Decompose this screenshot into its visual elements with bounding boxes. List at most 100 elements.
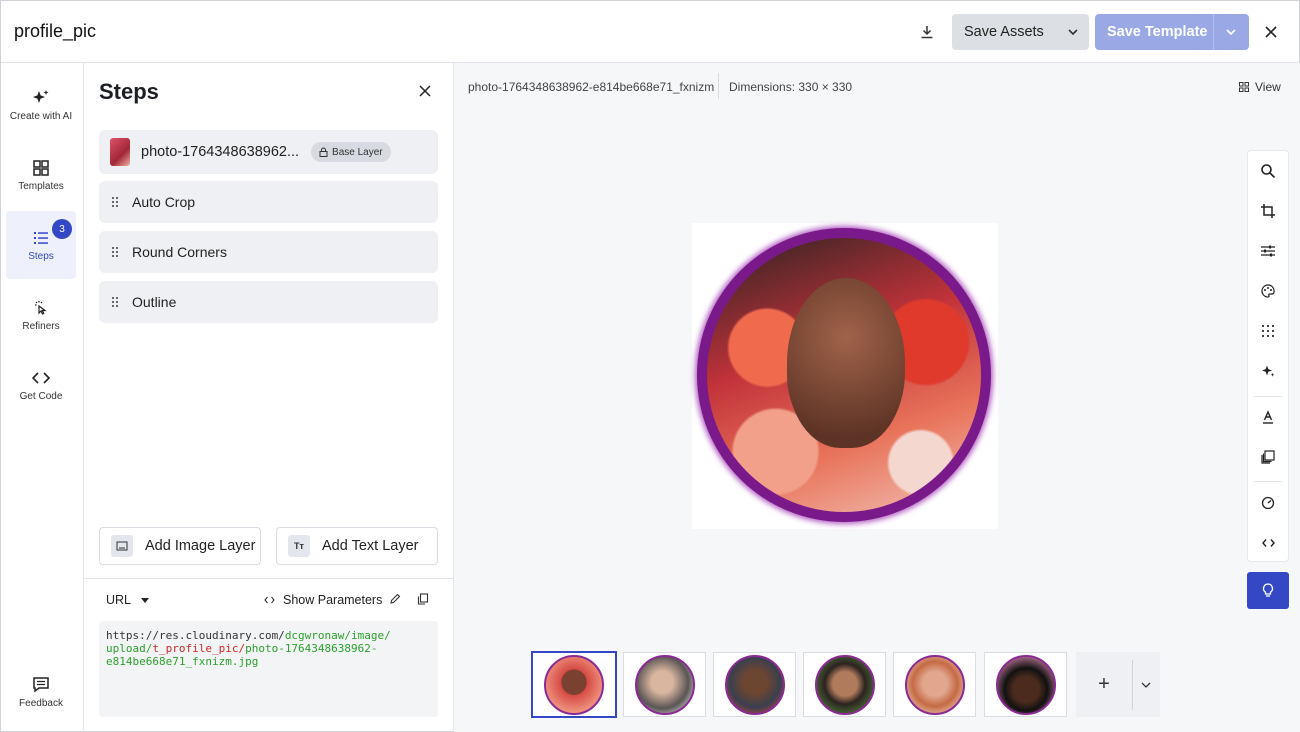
- show-parameters-label: Show Parameters: [283, 593, 383, 607]
- performance-tool[interactable]: [1248, 483, 1288, 523]
- thumbnail-6[interactable]: [984, 652, 1067, 717]
- add-text-layer-label: Add Text Layer: [322, 538, 419, 554]
- rail-item-refiners[interactable]: Refiners: [6, 281, 76, 349]
- zoom-tool[interactable]: [1248, 151, 1288, 191]
- chevron-down-icon[interactable]: [1133, 682, 1159, 688]
- save-assets-button[interactable]: Save Assets: [952, 14, 1089, 50]
- view-button[interactable]: View: [1239, 80, 1281, 94]
- drag-handle-icon[interactable]: [112, 247, 118, 257]
- url-public-id-end: e814be668e71_fxnizm.jpg: [106, 655, 259, 668]
- sparkle-icon: [32, 89, 50, 107]
- drag-handle-icon[interactable]: [112, 297, 118, 307]
- crop-icon: [1261, 204, 1275, 218]
- list-icon: [32, 229, 50, 247]
- page-title: profile_pic: [14, 21, 97, 41]
- base-layer-badge: Base Layer: [311, 142, 391, 162]
- tool-sidebar: [1247, 150, 1289, 562]
- show-parameters-button[interactable]: Show Parameters: [264, 593, 382, 607]
- add-preview-image-button[interactable]: +: [1076, 652, 1160, 717]
- url-cloud-name: dcgwronaw/image/: [284, 629, 391, 642]
- url-format-value: URL: [106, 593, 132, 607]
- dots-grid-icon: [1262, 325, 1274, 337]
- rail-item-get-code[interactable]: Get Code: [6, 351, 76, 419]
- gauge-icon: [1261, 496, 1275, 510]
- plus-icon: +: [1098, 673, 1110, 695]
- grid-icon: [32, 159, 50, 177]
- base-layer-item[interactable]: photo-1764348638962... Base Layer: [99, 130, 438, 174]
- url-section: URL Show Parameters https://res.cloudina…: [84, 578, 453, 732]
- panel-title: Steps: [99, 79, 159, 104]
- preview-canvas: photo-1764348638962-e814be668e71_fxnizm …: [454, 63, 1300, 732]
- thumbnail-1[interactable]: [531, 651, 617, 718]
- palette-icon: [1261, 284, 1275, 298]
- sliders-icon: [1261, 245, 1275, 257]
- crop-tool[interactable]: [1248, 191, 1288, 231]
- asset-dimensions: Dimensions: 330 × 330: [729, 80, 853, 94]
- close-panel-button[interactable]: [415, 81, 435, 101]
- effects-tool[interactable]: [1248, 311, 1288, 351]
- copy-icon: [417, 593, 429, 605]
- step-item-outline[interactable]: Outline: [99, 281, 438, 323]
- rail-item-label: Feedback: [19, 697, 63, 709]
- add-text-layer-button[interactable]: Tт Add Text Layer: [276, 527, 438, 565]
- tips-button[interactable]: [1247, 572, 1289, 609]
- feedback-icon: [32, 676, 50, 694]
- base-layer-thumbnail: [110, 138, 130, 166]
- rail-item-label: Templates: [18, 180, 64, 192]
- close-icon: [1265, 26, 1277, 38]
- rail-item-templates[interactable]: Templates: [6, 141, 76, 209]
- base-layer-name: photo-1764348638962...: [141, 144, 300, 160]
- code-icon: [1261, 539, 1275, 547]
- outlined-portrait-image: [697, 228, 991, 522]
- thumbnail-3[interactable]: [713, 652, 796, 717]
- rail-item-create-with-ai[interactable]: Create with AI: [6, 71, 76, 139]
- rail-item-label: Create with AI: [9, 110, 73, 122]
- sparkle-icon: [1262, 365, 1275, 377]
- grid-icon: [1239, 82, 1249, 92]
- lightbulb-icon: [1262, 583, 1274, 597]
- step-item-round-corners[interactable]: Round Corners: [99, 231, 438, 273]
- code-tool[interactable]: [1248, 523, 1288, 563]
- image-preview[interactable]: [692, 223, 998, 529]
- text-tool[interactable]: [1248, 397, 1288, 437]
- chevron-down-icon[interactable]: [1223, 24, 1239, 40]
- thumbnail-5[interactable]: [893, 652, 976, 717]
- rail-item-feedback[interactable]: Feedback: [6, 658, 76, 726]
- text-icon: Tт: [288, 535, 310, 557]
- image-icon: [111, 535, 133, 557]
- url-public-id-start: photo-1764348638962-: [245, 642, 378, 655]
- url-line-2: upload/t_profile_pic/photo-1764348638962…: [106, 642, 431, 655]
- thumbnail-4[interactable]: [803, 652, 886, 717]
- drag-handle-icon[interactable]: [112, 197, 118, 207]
- rail-item-label: Get Code: [19, 390, 63, 402]
- add-image-layer-label: Add Image Layer: [145, 538, 256, 554]
- copy-url-button[interactable]: [417, 593, 429, 605]
- url-code-box[interactable]: https://res.cloudinary.com/dcgwronaw/ima…: [99, 621, 438, 717]
- step-item-auto-crop[interactable]: Auto Crop: [99, 181, 438, 223]
- color-tool[interactable]: [1248, 271, 1288, 311]
- layers-tool[interactable]: [1248, 437, 1288, 477]
- rail-item-label: Steps: [28, 250, 54, 262]
- base-layer-badge-label: Base Layer: [332, 146, 383, 158]
- save-template-button[interactable]: Save Template: [1095, 14, 1249, 50]
- left-rail: Create with AI Templates Steps 3 Refiner…: [1, 63, 84, 732]
- ai-tool[interactable]: [1248, 351, 1288, 391]
- url-host: https://res.cloudinary.com/: [106, 629, 285, 642]
- chevron-down-icon[interactable]: [1065, 24, 1081, 40]
- header-divider: [718, 73, 719, 99]
- adjust-tool[interactable]: [1248, 231, 1288, 271]
- save-template-label: Save Template: [1107, 24, 1208, 40]
- app-window: profile_pic Save Assets Save Template Cr…: [0, 0, 1300, 732]
- top-bar: profile_pic Save Assets Save Template: [1, 1, 1300, 63]
- close-editor-button[interactable]: [1259, 20, 1283, 44]
- rail-item-steps[interactable]: Steps 3: [6, 211, 76, 279]
- add-image-layer-button[interactable]: Add Image Layer: [99, 527, 261, 565]
- thumbnail-2[interactable]: [623, 652, 706, 717]
- rail-item-label: Refiners: [22, 320, 60, 332]
- download-button[interactable]: [913, 18, 941, 46]
- code-icon: [264, 596, 275, 604]
- edit-url-button[interactable]: [389, 593, 401, 605]
- download-icon: [921, 26, 933, 39]
- url-line-1: https://res.cloudinary.com/dcgwronaw/ima…: [106, 629, 431, 642]
- url-format-select[interactable]: URL: [106, 593, 150, 607]
